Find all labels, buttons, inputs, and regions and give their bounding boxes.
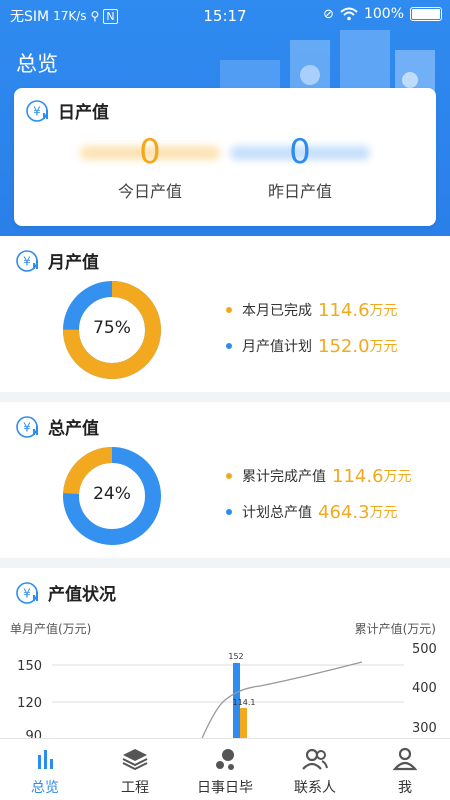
monthly-donut-chart: 75% — [62, 280, 162, 380]
page-title: 总览 — [16, 52, 58, 76]
tab-label: 总览 — [31, 780, 59, 796]
today-output-value: 0 — [139, 132, 161, 172]
daily-output-card: ¥ 日产值 0 今日产值 0 昨日产值 — [14, 88, 436, 226]
legend-item-total-plan: 计划总产值 464.3 万元 — [226, 494, 412, 530]
mute-icon: ⊘ — [323, 6, 334, 22]
tab-label: 工程 — [121, 780, 149, 796]
today-output: 0 今日产值 — [70, 132, 230, 202]
tab-overview[interactable]: 总览 — [0, 739, 90, 800]
bar-label-plan: 152 — [228, 652, 243, 661]
total-output-title: 总产值 — [48, 419, 99, 439]
yen-chart-icon: ¥ — [26, 99, 48, 122]
monthly-output-title: 月产值 — [48, 253, 99, 273]
left-tick-90: 90 — [25, 729, 42, 738]
svg-text:¥: ¥ — [23, 586, 31, 600]
tab-label: 联系人 — [294, 780, 336, 796]
legend-item-completed: 本月已完成 114.6 万元 — [226, 292, 398, 328]
output-status-title: 产值状况 — [48, 585, 116, 605]
today-output-label: 今日产值 — [117, 182, 182, 201]
bar-chart-icon — [38, 750, 53, 769]
tab-projects[interactable]: 工程 — [90, 739, 180, 800]
cumulative-line — [201, 661, 363, 738]
svg-text:¥: ¥ — [23, 254, 31, 268]
battery-percent: 100% — [363, 6, 404, 22]
monthly-output-section: ¥ 月产值 75% 本月已完成 114.6 万元 月产值计划 152.0 万元 — [0, 236, 450, 392]
monthly-legend: 本月已完成 114.6 万元 月产值计划 152.0 万元 — [226, 292, 398, 364]
wifi-icon — [340, 7, 358, 21]
total-donut-chart: 24% — [62, 446, 162, 546]
tab-label: 日事日毕 — [197, 780, 253, 796]
person-icon — [392, 747, 418, 771]
dots-icon — [216, 749, 234, 770]
output-status-section: ¥ 产值状况 单月产值(万元) 累计产值(万元) 150 120 90 500 … — [0, 568, 450, 738]
daily-output-title: 日产值 — [58, 103, 109, 123]
svg-text:¥: ¥ — [23, 420, 31, 434]
yesterday-output-value: 0 — [289, 132, 311, 172]
yen-chart-icon: ¥ — [16, 249, 38, 272]
yen-chart-icon: ¥ — [16, 415, 38, 438]
contacts-icon — [302, 748, 328, 770]
tab-label: 我 — [398, 780, 412, 796]
legend-item-cumulative: 累计完成产值 114.6 万元 — [226, 458, 412, 494]
total-legend: 累计完成产值 114.6 万元 计划总产值 464.3 万元 — [226, 458, 412, 530]
right-tick-500: 500 — [412, 642, 437, 657]
bottom-tab-bar: 总览 工程 日事日毕 联系人 我 — [0, 738, 450, 800]
legend-item-plan: 月产值计划 152.0 万元 — [226, 328, 398, 364]
layers-icon — [122, 749, 148, 771]
battery-icon — [410, 7, 442, 21]
right-tick-400: 400 — [412, 681, 437, 696]
total-output-section: ¥ 总产值 24% 累计完成产值 114.6 万元 计划总产值 464.3 万元 — [0, 402, 450, 558]
total-percent: 24% — [93, 484, 131, 504]
status-bar: 无SIM 17K/s ⚲ N 15:17 ⊘ 100% — [0, 0, 450, 32]
yesterday-output-label: 昨日产值 — [267, 182, 332, 201]
left-tick-120: 120 — [17, 696, 42, 711]
tab-me[interactable]: 我 — [360, 739, 450, 800]
bar-completed — [240, 708, 247, 738]
left-tick-150: 150 — [17, 659, 42, 674]
output-status-chart: 150 120 90 500 400 300 152 114.1 — [17, 642, 437, 738]
monthly-percent: 75% — [93, 318, 131, 338]
bar-label-completed: 114.1 — [233, 698, 256, 707]
right-tick-300: 300 — [412, 721, 437, 736]
svg-text:¥: ¥ — [33, 104, 41, 118]
yen-chart-icon: ¥ — [16, 581, 38, 604]
yesterday-output: 0 昨日产值 — [220, 132, 380, 202]
tab-daily-tasks[interactable]: 日事日毕 — [180, 739, 270, 800]
tab-contacts[interactable]: 联系人 — [270, 739, 360, 800]
